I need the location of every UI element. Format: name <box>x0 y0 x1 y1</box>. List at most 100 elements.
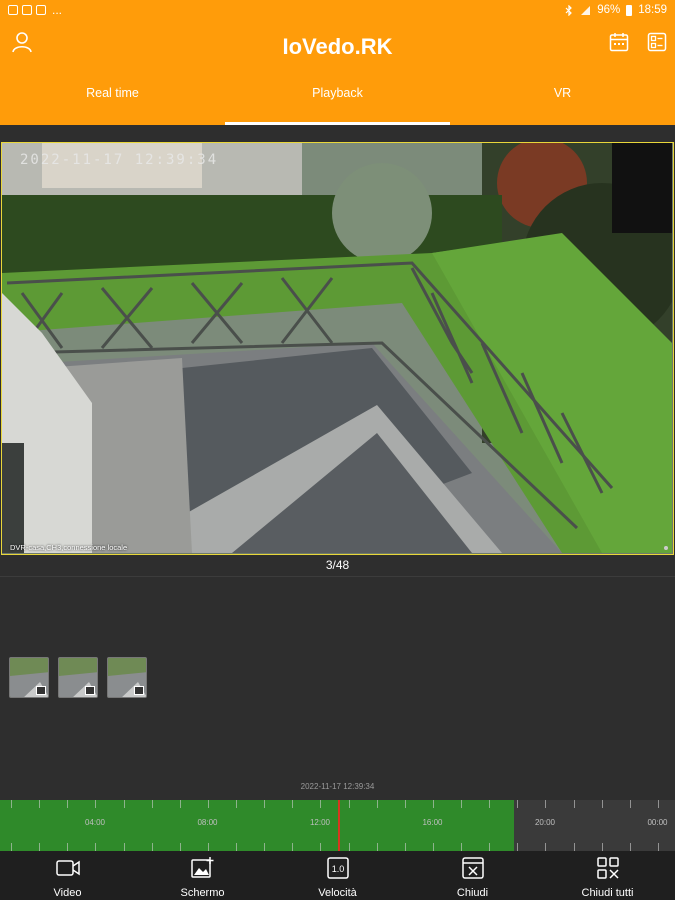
timeline-tick <box>348 843 350 851</box>
timeline-hour-label: 04:00 <box>84 818 106 827</box>
notification-icon <box>36 5 46 15</box>
clock: 18:59 <box>638 4 667 16</box>
video-badge-icon <box>36 686 46 695</box>
timeline-tick <box>39 800 41 808</box>
timeline-tick <box>67 800 69 808</box>
timeline-tick <box>489 800 491 808</box>
app-bar: IoVedo.RK Real time Playback VR <box>0 24 675 125</box>
timeline-tick <box>320 800 322 808</box>
close-button[interactable]: Chiudi <box>405 851 540 900</box>
timeline-cursor[interactable] <box>337 800 340 851</box>
tab-label: Playback <box>312 86 363 100</box>
timeline-hour-label: 12:00 <box>309 818 331 827</box>
timeline-tick <box>207 843 209 851</box>
timeline-tick <box>376 843 378 851</box>
app-title: IoVedo.RK <box>282 34 393 59</box>
timeline-tick <box>629 843 631 851</box>
timeline-tick <box>320 843 322 851</box>
recording-thumbnails <box>9 657 147 698</box>
recording-indicator <box>664 546 668 550</box>
device-list-button[interactable] <box>643 28 671 56</box>
recording-thumbnail[interactable] <box>9 657 49 698</box>
calendar-icon <box>609 33 629 52</box>
video-camera-icon <box>55 856 81 880</box>
close-label: Chiudi <box>456 887 489 899</box>
timeline-tick <box>517 800 519 808</box>
timeline-tick <box>348 800 350 808</box>
timeline-tick <box>264 843 266 851</box>
status-bar: ... 96% 18:59 <box>0 0 675 24</box>
timeline-tick <box>292 800 294 808</box>
timeline-tick <box>489 843 491 851</box>
timeline-tick <box>264 800 266 808</box>
tab-vr[interactable]: VR <box>450 76 675 125</box>
timeline-tick <box>432 800 434 808</box>
timeline-tick <box>517 843 519 851</box>
screenshot-label: Schermo <box>180 887 225 899</box>
signal-icon <box>581 5 591 15</box>
timeline-current-time: 2022-11-17 12:39:34 <box>300 782 375 791</box>
video-badge-icon <box>134 686 144 695</box>
timeline-tick <box>545 843 547 851</box>
timeline-tick <box>123 800 125 808</box>
timeline-tick <box>573 843 575 851</box>
video-osd-timestamp: 2022-11-17 12:39:34 <box>20 152 219 168</box>
timeline-tick <box>95 800 97 808</box>
close-all-button[interactable]: Chiudi tutti <box>540 851 675 900</box>
notification-icon <box>8 5 18 15</box>
close-window-icon <box>460 856 486 880</box>
video-record-label: Video <box>53 887 82 899</box>
camera-frame <box>2 143 672 553</box>
playback-timeline[interactable]: 04:00 08:00 12:00 16:00 20:00 00:00 <box>0 800 675 851</box>
close-all-icon <box>595 856 621 880</box>
notification-icon <box>22 5 32 15</box>
screenshot-button[interactable]: Schermo <box>135 851 270 900</box>
timeline-tick <box>39 843 41 851</box>
bottom-toolbar: Video Schermo 1.0 Velocità Chiudi Chiudi… <box>0 851 675 900</box>
timeline-tick <box>151 800 153 808</box>
speed-icon: 1.0 <box>325 856 351 880</box>
tab-playback[interactable]: Playback <box>225 76 450 125</box>
timeline-tick <box>179 800 181 808</box>
timeline-tick <box>573 800 575 808</box>
tab-bar: Real time Playback VR <box>0 76 675 125</box>
calendar-button[interactable] <box>605 28 633 56</box>
timeline-tick <box>376 800 378 808</box>
status-system: 96% 18:59 <box>564 4 667 16</box>
timeline-tick <box>461 843 462 851</box>
video-record-button[interactable]: Video <box>0 851 135 900</box>
page-counter: 3/48 <box>325 558 350 572</box>
bluetooth-icon <box>565 4 573 16</box>
timeline-tick <box>601 843 603 851</box>
device-list-icon <box>647 32 667 52</box>
timeline-tick <box>11 800 12 808</box>
timeline-hour-label: 16:00 <box>422 818 443 827</box>
timeline-tick <box>404 843 406 851</box>
timeline-hour-label: 00:00 <box>647 818 668 827</box>
video-player[interactable]: 2022-11-17 12:39:34 DVR-casa,CH3,conness… <box>1 142 674 555</box>
battery-percent: 96% <box>597 4 621 16</box>
recording-thumbnail[interactable] <box>107 657 147 698</box>
timeline-tick <box>657 843 659 851</box>
playback-speed-button[interactable]: 1.0 Velocità <box>270 851 405 900</box>
timeline-tick <box>67 843 69 851</box>
timeline-tick <box>545 800 547 808</box>
timeline-hour-label: 20:00 <box>534 818 556 827</box>
timeline-tick <box>657 800 659 808</box>
app-root: ... 96% 18:59 IoVedo.RK Real time Playba… <box>0 0 675 900</box>
timeline-tick <box>95 843 97 851</box>
timeline-hour-label: 08:00 <box>197 818 218 827</box>
timeline-tick <box>236 800 237 808</box>
timeline-tick <box>179 843 181 851</box>
timeline-tick <box>432 843 434 851</box>
recording-thumbnail[interactable] <box>58 657 98 698</box>
status-notifications: ... <box>8 3 63 17</box>
tab-label: Real time <box>86 86 139 100</box>
timeline-tick <box>207 800 209 808</box>
timeline-tick <box>292 843 294 851</box>
screenshot-icon <box>190 856 216 880</box>
more-notifications: ... <box>52 3 63 17</box>
timeline-tick <box>151 843 153 851</box>
tab-real-time[interactable]: Real time <box>0 76 225 125</box>
speed-value: 1.0 <box>331 864 344 874</box>
